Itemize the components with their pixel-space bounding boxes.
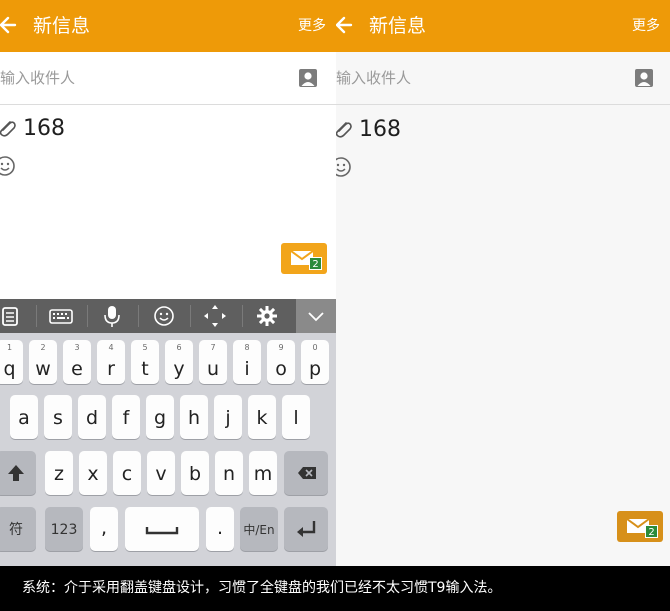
page-title: 新信息 — [369, 15, 427, 37]
key-a[interactable]: a — [10, 395, 38, 439]
toolbar-divider — [242, 305, 243, 327]
message-text[interactable]: 168 — [359, 115, 401, 145]
numbers-key[interactable]: 123 — [45, 507, 83, 551]
keyboard: 1q 2w 3e 4r 5t 6y 7u 8i 9o 0p a s d f g … — [0, 333, 336, 566]
contact-icon[interactable] — [298, 68, 318, 88]
shift-arrow-icon — [8, 465, 24, 481]
language-key[interactable]: 中/En — [240, 507, 278, 551]
gear-icon[interactable] — [252, 299, 282, 333]
more-button[interactable]: 更多 — [632, 16, 660, 36]
comma-key[interactable]: , — [90, 507, 118, 551]
send-button[interactable]: 2 — [281, 243, 327, 274]
caption-text: 系统：介于采用翻盖键盘设计，习惯了全键盘的我们已经不太习惯T9输入法。 — [22, 580, 502, 596]
emoji-icon[interactable] — [336, 156, 352, 178]
key-i[interactable]: 8i — [233, 340, 261, 384]
backspace-icon — [298, 467, 316, 479]
send-count-badge: 2 — [309, 257, 322, 270]
attach-icon[interactable] — [336, 118, 354, 140]
key-e[interactable]: 3e — [63, 340, 91, 384]
toolbar-divider — [87, 305, 88, 327]
key-v[interactable]: v — [147, 451, 175, 495]
clipboard-icon[interactable] — [0, 299, 26, 333]
key-p[interactable]: 0p — [301, 340, 329, 384]
emoji-keyboard-icon[interactable] — [149, 299, 179, 333]
back-arrow-icon[interactable] — [336, 12, 356, 38]
key-s[interactable]: s — [44, 395, 72, 439]
key-n[interactable]: n — [215, 451, 243, 495]
microphone-icon[interactable] — [97, 299, 127, 333]
attach-icon[interactable] — [0, 117, 18, 139]
recipient-field[interactable]: 输入收件人 — [0, 52, 336, 105]
more-button[interactable]: 更多 — [298, 16, 326, 36]
key-c[interactable]: c — [113, 451, 141, 495]
app-bar: 新信息 更多 — [336, 0, 670, 52]
key-r[interactable]: 4r — [97, 340, 125, 384]
key-f[interactable]: f — [112, 395, 140, 439]
key-x[interactable]: x — [79, 451, 107, 495]
chevron-down-icon — [308, 312, 324, 322]
recipient-input[interactable]: 输入收件人 — [336, 68, 411, 88]
enter-key[interactable] — [284, 507, 328, 551]
back-arrow-icon[interactable] — [0, 12, 20, 38]
page-title: 新信息 — [33, 15, 91, 37]
key-j[interactable]: j — [214, 395, 242, 439]
key-w[interactable]: 2w — [29, 340, 57, 384]
caption-bar: 系统：介于采用翻盖键盘设计，习惯了全键盘的我们已经不太习惯T9输入法。 — [0, 566, 670, 611]
key-q[interactable]: 1q — [0, 340, 23, 384]
right-screen: 新信息 更多 输入收件人 168 2 — [336, 0, 670, 566]
keyboard-layout-icon[interactable] — [46, 299, 76, 333]
app-bar: 新信息 更多 — [0, 0, 336, 52]
contact-icon[interactable] — [634, 68, 654, 88]
backspace-key[interactable] — [284, 451, 328, 495]
key-d[interactable]: d — [78, 395, 106, 439]
enter-icon — [297, 521, 316, 537]
key-y[interactable]: 6y — [165, 340, 193, 384]
key-z[interactable]: z — [45, 451, 73, 495]
toolbar-divider — [138, 305, 139, 327]
keyboard-toolbar — [0, 299, 336, 333]
message-text[interactable]: 168 — [23, 114, 65, 144]
send-count-badge: 2 — [645, 525, 658, 538]
shift-key[interactable] — [0, 451, 36, 495]
period-key[interactable]: . — [206, 507, 234, 551]
key-h[interactable]: h — [180, 395, 208, 439]
keyboard-collapse-button[interactable] — [296, 299, 336, 333]
recipient-field[interactable]: 输入收件人 — [336, 52, 670, 105]
key-l[interactable]: l — [282, 395, 310, 439]
space-key[interactable] — [125, 507, 199, 551]
space-bar-icon — [145, 527, 179, 535]
key-t[interactable]: 5t — [131, 340, 159, 384]
symbol-key[interactable]: 符 — [0, 507, 36, 551]
key-b[interactable]: b — [181, 451, 209, 495]
send-button[interactable]: 2 — [617, 511, 663, 542]
key-g[interactable]: g — [146, 395, 174, 439]
key-o[interactable]: 9o — [267, 340, 295, 384]
key-k[interactable]: k — [248, 395, 276, 439]
recipient-input[interactable]: 输入收件人 — [0, 68, 75, 88]
toolbar-divider — [190, 305, 191, 327]
key-u[interactable]: 7u — [199, 340, 227, 384]
left-screen: 新信息 更多 输入收件人 168 2 1 q 2 w 3 e 4 r 5 t 6… — [0, 0, 336, 566]
cursor-move-icon[interactable] — [200, 299, 230, 333]
toolbar-divider — [36, 305, 37, 327]
key-m[interactable]: m — [249, 451, 277, 495]
emoji-icon[interactable] — [0, 155, 16, 177]
